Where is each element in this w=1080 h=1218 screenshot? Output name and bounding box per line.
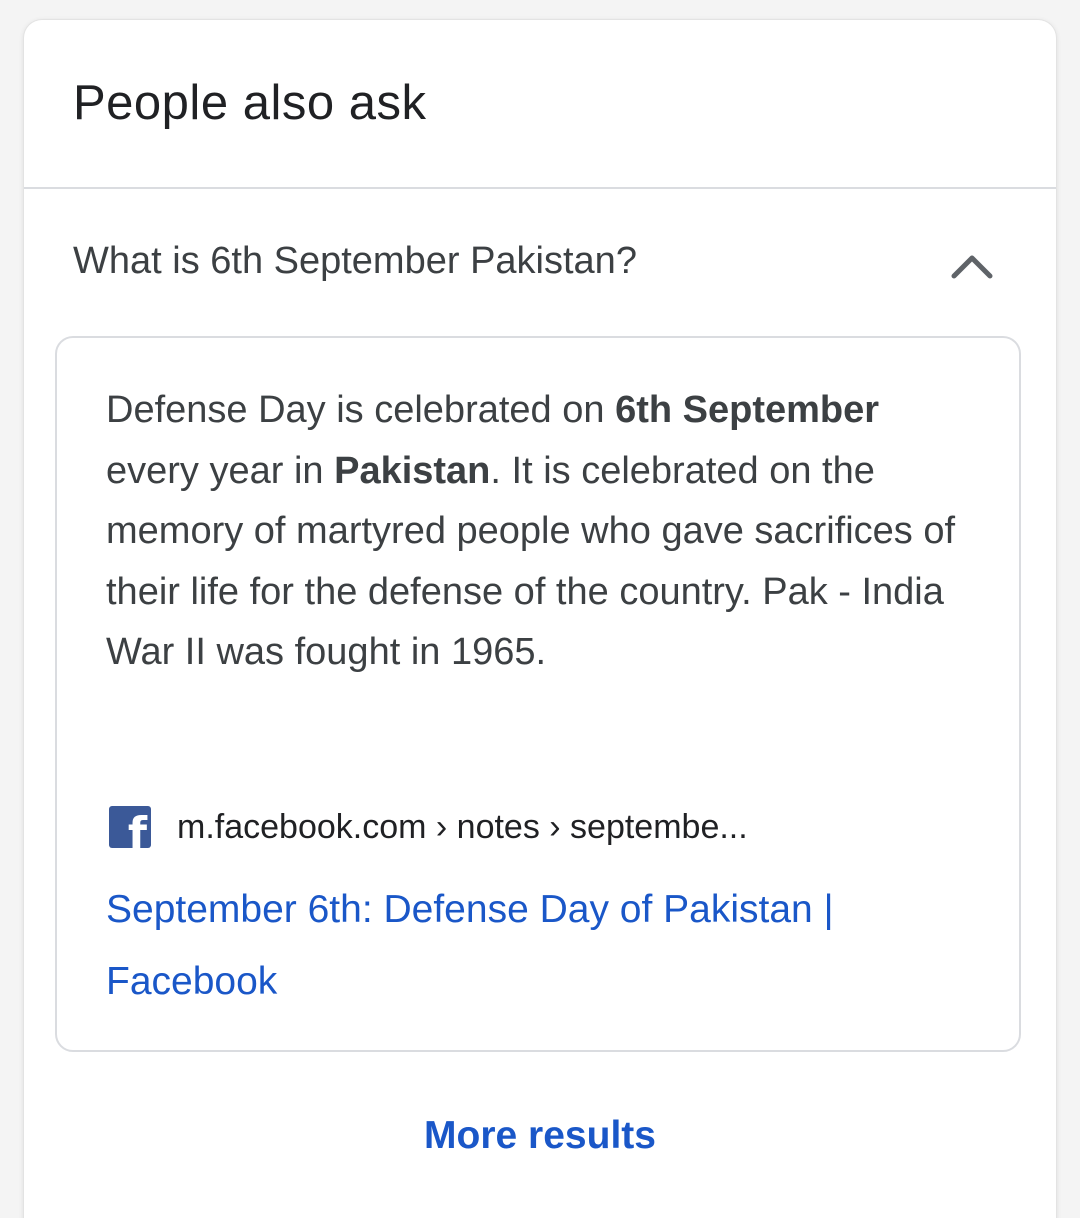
answer-highlight: 6th September: [615, 389, 880, 431]
search-results-page: People also ask What is 6th September Pa…: [0, 0, 1080, 1218]
answer-panel: Defense Day is celebrated on 6th Septemb…: [55, 336, 1021, 1052]
divider: [24, 187, 1056, 189]
answer-highlight: Pakistan: [334, 449, 491, 492]
source-row: f m.facebook.com › notes › septembe...: [106, 804, 966, 854]
more-results-button[interactable]: More results: [24, 1108, 1056, 1164]
answer-text: Defense Day is celebrated on 6th Septemb…: [106, 380, 966, 683]
section-title: People also ask: [73, 76, 427, 130]
question-toggle[interactable]: What is 6th September Pakistan?: [24, 190, 1056, 340]
answer-segment: every year in: [106, 449, 335, 492]
source-url: m.facebook.com › notes › septembe...: [177, 808, 748, 846]
people-also-ask-card: People also ask What is 6th September Pa…: [24, 20, 1056, 1218]
chevron-up-icon[interactable]: [944, 246, 1000, 282]
result-title-link[interactable]: September 6th: Defense Day of Pakistan |…: [106, 874, 956, 1018]
question-text: What is 6th September Pakistan?: [73, 240, 637, 282]
facebook-icon: f: [109, 806, 151, 848]
answer-segment: Defense Day is celebrated on: [106, 389, 616, 431]
facebook-icon-letter: f: [127, 808, 147, 849]
